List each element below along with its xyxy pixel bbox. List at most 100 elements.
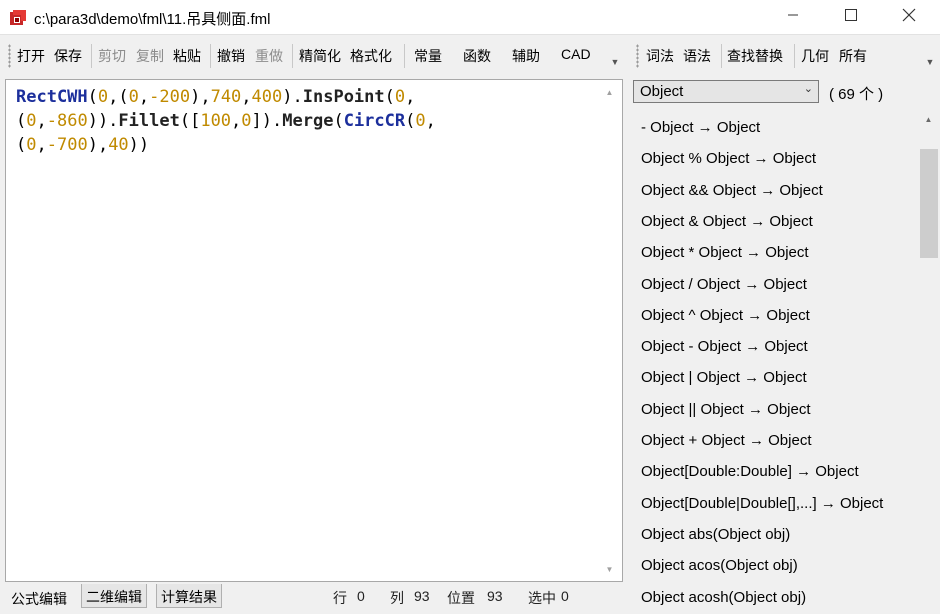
code-token: 740 <box>210 87 242 107</box>
app-icon <box>10 10 26 25</box>
code-token: 0 <box>97 87 109 107</box>
editor-vertical-scrollbar[interactable]: ▲ ▼ <box>601 84 618 578</box>
scroll-up-arrow-icon[interactable]: ▲ <box>601 84 618 101</box>
scroll-up-arrow-icon[interactable]: ▲ <box>917 115 940 131</box>
status-pos-label: 位置 <box>447 590 475 606</box>
code-token: , <box>231 111 242 131</box>
code-token: RectCWH <box>16 87 88 107</box>
list-item[interactable]: Object | Object → Object <box>641 369 807 386</box>
constants-button[interactable]: 常量 <box>414 46 442 66</box>
code-line-3: (0,-700),40)) <box>16 133 596 157</box>
all-button[interactable]: 所有 <box>839 46 867 66</box>
code-token: 0 <box>394 87 406 107</box>
list-item[interactable]: Object || Object → Object <box>641 401 811 418</box>
grammar-button[interactable]: 语法 <box>683 46 711 66</box>
redo-button[interactable]: 重做 <box>255 46 283 66</box>
functions-button[interactable]: 函数 <box>463 46 491 66</box>
tab-calc-result[interactable]: 计算结果 <box>156 584 222 608</box>
minimize-icon <box>788 14 798 16</box>
scroll-down-arrow-icon[interactable]: ▼ <box>601 561 618 578</box>
code-token: InsPoint <box>302 87 385 107</box>
simplify-button[interactable]: 精简化 <box>299 46 341 66</box>
format-button[interactable]: 格式化 <box>350 46 392 66</box>
list-item[interactable]: Object[Double:Double] → Object <box>641 463 859 480</box>
right-toolbar: 词法 语法 查找替换 几何 所有 ▼ <box>627 36 940 76</box>
code-token: ]). <box>251 111 283 131</box>
code-token: ,( <box>108 87 129 107</box>
list-item[interactable]: Object / Object → Object <box>641 276 807 293</box>
code-token: -700 <box>46 135 88 155</box>
scrollbar-thumb[interactable] <box>920 149 938 258</box>
cut-button[interactable]: 剪切 <box>98 46 126 66</box>
code-token: , <box>405 87 416 107</box>
list-item[interactable]: - Object → Object <box>641 119 760 136</box>
code-token: ( <box>405 111 416 131</box>
lexer-button[interactable]: 词法 <box>646 46 674 66</box>
code-token: , <box>36 111 47 131</box>
tab-formula-edit[interactable]: 公式编辑 <box>6 586 72 610</box>
code-token: Merge <box>282 111 334 131</box>
code-token: 0 <box>241 111 252 131</box>
list-item[interactable]: Object % Object → Object <box>641 150 816 167</box>
list-item[interactable]: Object & Object → Object <box>641 213 813 230</box>
status-row-label: 行 <box>333 590 347 606</box>
code-token: ( <box>333 111 344 131</box>
bottom-bar: 公式编辑 二维编辑 计算结果 行 0 列 93 位置 93 选中 0 <box>0 582 626 614</box>
open-button[interactable]: 打开 <box>17 46 45 66</box>
code-token: ), <box>87 135 109 155</box>
code-token: , <box>241 87 252 107</box>
minimize-button[interactable] <box>764 0 822 30</box>
toolbar-separator <box>91 44 92 68</box>
close-button[interactable] <box>880 0 938 30</box>
maximize-button[interactable] <box>822 0 880 30</box>
formula-editor[interactable]: RectCWH(0,(0,-200),740,400).InsPoint(0, … <box>5 79 623 582</box>
undo-button[interactable]: 撤销 <box>217 46 245 66</box>
status-col-value: 93 <box>414 588 430 604</box>
code-token: , <box>425 111 436 131</box>
save-button[interactable]: 保存 <box>54 46 82 66</box>
find-replace-button[interactable]: 查找替换 <box>727 46 783 66</box>
list-item[interactable]: Object acosh(Object obj) <box>641 589 806 606</box>
code-line-2: (0,-860)).Fillet([100,0]).Merge(CircCR(0… <box>16 109 596 133</box>
tab-2d-edit[interactable]: 二维编辑 <box>81 584 147 608</box>
list-item[interactable]: Object abs(Object obj) <box>641 526 790 543</box>
list-item[interactable]: Object acos(Object obj) <box>641 557 798 574</box>
code-token: 100 <box>200 111 232 131</box>
geometry-button[interactable]: 几何 <box>801 46 829 66</box>
code-token: ), <box>190 87 211 107</box>
list-item[interactable]: Object * Object → Object <box>641 244 809 261</box>
code-line-1: RectCWH(0,(0,-200),740,400).InsPoint(0, <box>16 85 596 109</box>
list-item[interactable]: Object + Object → Object <box>641 432 812 449</box>
toolbar-grip[interactable] <box>636 44 639 68</box>
toolbar-separator <box>794 44 795 68</box>
type-filter-select[interactable]: Object ⌄ <box>633 80 819 103</box>
code-token: Fillet <box>118 111 180 131</box>
signature-list: - Object → Object Object % Object → Objec… <box>627 113 917 614</box>
list-item[interactable]: Object - Object → Object <box>641 338 808 355</box>
code-token: ( <box>87 87 98 107</box>
list-item[interactable]: Object ^ Object → Object <box>641 307 810 324</box>
paste-button[interactable]: 粘贴 <box>173 46 201 66</box>
helper-button[interactable]: 辅助 <box>512 46 540 66</box>
window-title: c:\para3d\demo\fml\11.吊具侧面.fml <box>34 11 271 28</box>
code-token: ). <box>282 87 303 107</box>
code-token: , <box>36 135 47 155</box>
list-vertical-scrollbar[interactable]: ▲ <box>917 113 940 614</box>
toolbar-overflow-chevron-icon[interactable]: ▼ <box>610 58 620 68</box>
code-token: ([ <box>179 111 201 131</box>
item-count: ( 69 个 ) <box>829 86 884 103</box>
code-token: 400 <box>251 87 283 107</box>
list-item[interactable]: Object && Object → Object <box>641 182 823 199</box>
toolbar-overflow-chevron-icon[interactable]: ▼ <box>925 58 935 68</box>
status-pos-value: 93 <box>487 588 503 604</box>
chevron-down-icon: ⌄ <box>803 83 813 95</box>
toolbar-grip[interactable] <box>8 44 11 68</box>
list-item[interactable]: Object[Double|Double[],...] → Object <box>641 495 883 512</box>
code-token: 0 <box>415 111 426 131</box>
cad-button[interactable]: CAD <box>561 46 591 62</box>
code-area[interactable]: RectCWH(0,(0,-200),740,400).InsPoint(0, … <box>16 85 596 157</box>
toolbar-separator <box>721 44 722 68</box>
code-token: 40 <box>108 135 129 155</box>
copy-button[interactable]: 复制 <box>136 46 164 66</box>
toolbar-separator <box>404 44 405 68</box>
